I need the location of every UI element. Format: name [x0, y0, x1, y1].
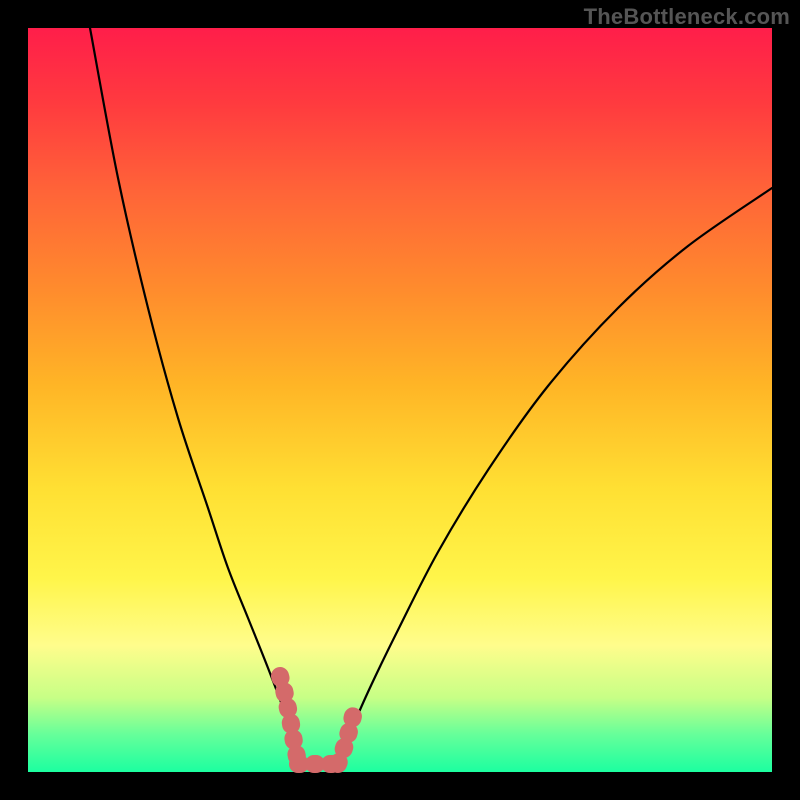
right-curve — [338, 188, 772, 764]
highlight-right — [338, 704, 355, 764]
chart-frame: TheBottleneck.com — [0, 0, 800, 800]
watermark-text: TheBottleneck.com — [584, 4, 790, 30]
plot-area — [28, 28, 772, 772]
highlight-left — [280, 676, 298, 762]
left-curve — [90, 28, 298, 764]
curves-svg — [28, 28, 772, 772]
